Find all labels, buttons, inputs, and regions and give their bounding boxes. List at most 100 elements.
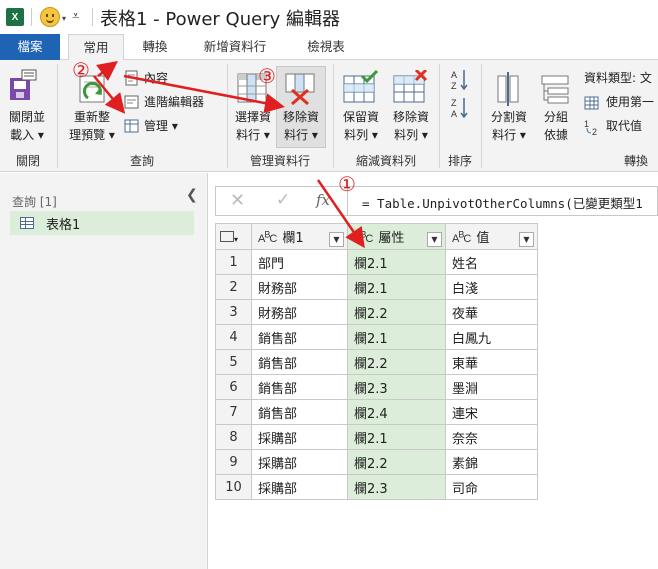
row-number[interactable]: 7: [215, 399, 252, 425]
cell-value[interactable]: 姓名: [445, 249, 538, 275]
confirm-formula-icon[interactable]: ✓: [276, 190, 290, 210]
table-row[interactable]: 6 銷售部 欄2.3 墨淵: [215, 374, 538, 400]
cell-value[interactable]: 夜華: [445, 299, 538, 325]
svg-text:A: A: [451, 70, 457, 80]
table-row[interactable]: 9 採購部 欄2.2 素錦: [215, 449, 538, 475]
row-number[interactable]: 2: [215, 274, 252, 300]
sort-ascending-icon: A Z: [451, 70, 468, 91]
collapse-pane-icon[interactable]: ❮: [186, 187, 198, 203]
filter-dropdown-icon[interactable]: ▼: [427, 231, 442, 247]
group-by-label: 依據: [543, 128, 568, 142]
group-by-label: 分組: [543, 110, 568, 124]
filter-dropdown-icon[interactable]: ▼: [329, 231, 344, 247]
cell-col1[interactable]: 銷售部: [251, 349, 348, 375]
text-type-icon: ABC: [452, 228, 471, 245]
cell-col1[interactable]: 採購部: [251, 449, 348, 475]
row-number[interactable]: 6: [215, 374, 252, 400]
row-number[interactable]: 5: [215, 349, 252, 375]
cell-col1[interactable]: 銷售部: [251, 374, 348, 400]
filter-dropdown-icon[interactable]: ▼: [519, 231, 534, 247]
column-header[interactable]: ABC 值 ▼: [445, 223, 538, 250]
cell-value[interactable]: 白鳳九: [445, 324, 538, 350]
step-1-marker: ①: [338, 172, 356, 196]
smiley-feedback-icon[interactable]: [40, 7, 60, 27]
table-row[interactable]: 4 銷售部 欄2.1 白鳳九: [215, 324, 538, 350]
cell-attribute[interactable]: 欄2.2: [347, 299, 446, 325]
table-row[interactable]: 7 銷售部 欄2.4 連宋: [215, 399, 538, 425]
table-menu-button[interactable]: ▾: [215, 223, 252, 250]
cell-attribute[interactable]: 欄2.1: [347, 274, 446, 300]
data-type-dropdown[interactable]: 資料類型: 文: [584, 69, 652, 87]
svg-text:2: 2: [592, 127, 597, 136]
cell-value[interactable]: 白淺: [445, 274, 538, 300]
manage-icon: [124, 119, 139, 133]
fx-icon[interactable]: fx: [316, 191, 330, 209]
row-number[interactable]: 1: [215, 249, 252, 275]
table-row[interactable]: 5 銷售部 欄2.2 東華: [215, 349, 538, 375]
use-first-row-icon: [584, 96, 599, 110]
cell-col1[interactable]: 採購部: [251, 424, 348, 450]
tab-file[interactable]: 檔案: [0, 34, 60, 60]
cell-col1[interactable]: 採購部: [251, 474, 348, 500]
column-header[interactable]: ABC 屬性 ▼: [347, 223, 446, 250]
cell-attribute[interactable]: 欄2.1: [347, 424, 446, 450]
table-row[interactable]: 1 部門 欄2.1 姓名: [215, 249, 538, 275]
group-label-reduce-rows: 縮減資料列: [355, 154, 416, 168]
row-number[interactable]: 8: [215, 424, 252, 450]
cell-attribute[interactable]: 欄2.2: [347, 349, 446, 375]
choose-columns-label: 選擇資: [234, 110, 271, 124]
close-load-label: 關閉並: [8, 110, 45, 124]
table-row[interactable]: 10 採購部 欄2.3 司命: [215, 474, 538, 500]
cell-col1[interactable]: 銷售部: [251, 399, 348, 425]
query-item[interactable]: 表格1: [10, 211, 194, 235]
tab-add-column[interactable]: 新增資料行: [192, 34, 278, 60]
chevron-down-icon[interactable]: ▾: [62, 14, 66, 23]
cell-value[interactable]: 素錦: [445, 449, 538, 475]
column-header-label: 屬性: [378, 230, 405, 246]
tab-view[interactable]: 檢視表: [296, 34, 356, 60]
row-number[interactable]: 3: [215, 299, 252, 325]
cell-attribute[interactable]: 欄2.2: [347, 449, 446, 475]
cell-col1[interactable]: 財務部: [251, 299, 348, 325]
cell-attribute[interactable]: 欄2.1: [347, 249, 446, 275]
cell-value[interactable]: 司命: [445, 474, 538, 500]
cell-value[interactable]: 連宋: [445, 399, 538, 425]
quick-access-customize-icon[interactable]: ⩡: [72, 9, 79, 24]
cancel-formula-icon[interactable]: ✕: [230, 190, 245, 211]
cell-value[interactable]: 奈奈: [445, 424, 538, 450]
tab-transform[interactable]: 轉換: [132, 34, 178, 60]
cell-value[interactable]: 東華: [445, 349, 538, 375]
cell-col1[interactable]: 銷售部: [251, 324, 348, 350]
column-header[interactable]: ABC 欄1 ▼: [251, 223, 348, 250]
step-3-marker: ③: [258, 64, 276, 88]
queries-pane: 查詢 [1] ❮ 表格1: [0, 173, 208, 569]
row-number[interactable]: 4: [215, 324, 252, 350]
cell-attribute[interactable]: 欄2.3: [347, 474, 446, 500]
row-number[interactable]: 10: [215, 474, 252, 500]
row-number[interactable]: 9: [215, 449, 252, 475]
remove-columns-label: 移除資: [282, 110, 319, 124]
tab-home[interactable]: 常用: [68, 34, 124, 61]
cell-col1[interactable]: 財務部: [251, 274, 348, 300]
remove-columns-label: 料行 ▾: [284, 128, 318, 142]
text-type-icon: ABC: [354, 228, 373, 245]
ribbon-tabs: 檔案 常用 轉換 新增資料行 檢視表: [0, 34, 658, 61]
remove-columns-icon: [285, 73, 315, 106]
cell-attribute[interactable]: 欄2.4: [347, 399, 446, 425]
cell-value[interactable]: 墨淵: [445, 374, 538, 400]
formula-input[interactable]: = Table.UnpivotOtherColumns(已變更類型1: [362, 193, 643, 212]
keep-rows-icon: [343, 70, 378, 103]
table-row[interactable]: 2 財務部 欄2.1 白淺: [215, 274, 538, 300]
table-row[interactable]: 8 採購部 欄2.1 奈奈: [215, 424, 538, 450]
split-column-icon: [497, 72, 519, 106]
cell-attribute[interactable]: 欄2.3: [347, 374, 446, 400]
svg-text:Z: Z: [451, 81, 457, 91]
ribbon: 關閉並 載入 ▾ 關閉 重新整 理預覽 ▾ 內容 進階編輯器 管理 ▾ 查詢 選…: [0, 60, 658, 172]
table-row[interactable]: 3 財務部 欄2.2 夜華: [215, 299, 538, 325]
refresh-preview-label: 理預覽 ▾: [69, 128, 115, 142]
svg-text:A: A: [451, 109, 457, 119]
cell-attribute[interactable]: 欄2.1: [347, 324, 446, 350]
cell-col1[interactable]: 部門: [251, 249, 348, 275]
group-label-close: 關閉: [15, 154, 40, 168]
divider: [481, 64, 482, 168]
